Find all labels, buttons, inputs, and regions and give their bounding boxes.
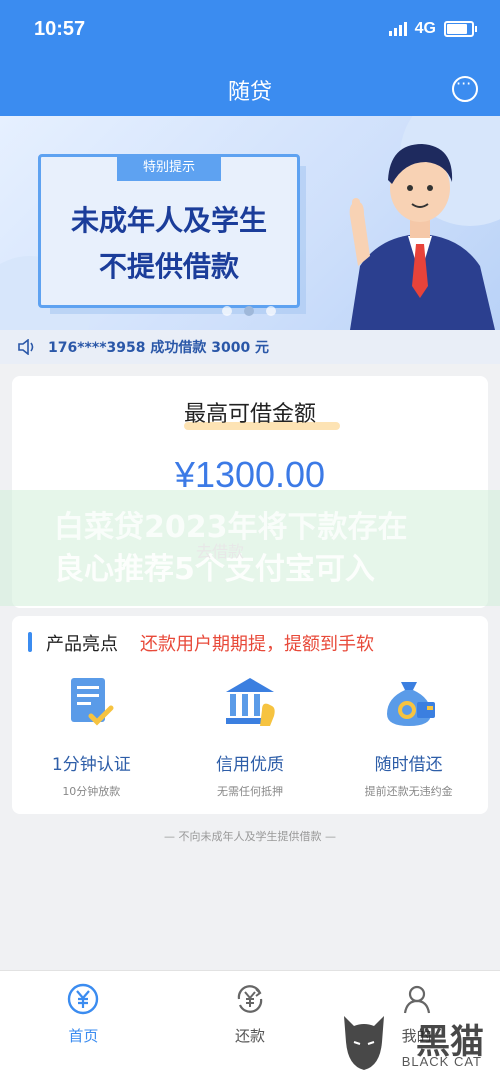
bank-icon: [225, 678, 275, 726]
feature-name: 信用优质: [215, 755, 284, 775]
notice-tag: 特别提示: [117, 155, 221, 181]
notice-line1: 未成年人及学生: [70, 204, 267, 237]
product-highlights: 产品亮点 还款用户期期提，提额到手软 1分钟认证 10分钟放款 信用优质 无需任…: [12, 616, 488, 814]
tab-home[interactable]: 首页: [0, 971, 167, 1083]
carousel-dot[interactable]: [266, 306, 276, 316]
feature-item[interactable]: 1分钟认证 10分钟放款: [12, 672, 171, 812]
watermark-en: BLACK CAT: [401, 1054, 482, 1069]
feature-name: 随时借还: [374, 755, 443, 775]
feature-desc: 10分钟放款: [62, 785, 121, 798]
watermark: 黑猫 BLACK CAT: [340, 1008, 490, 1078]
carousel-dot[interactable]: [222, 306, 232, 316]
carousel-dot[interactable]: [244, 306, 254, 316]
tab-label: 还款: [235, 1027, 266, 1045]
tab-label: 首页: [68, 1027, 99, 1045]
network-label: 4G: [414, 20, 436, 37]
yuan-refresh-icon: [237, 985, 263, 1013]
carousel-dots: [222, 306, 276, 316]
max-loan-label: 最高可借金额: [183, 402, 316, 427]
document-check-icon: [71, 678, 114, 726]
signal-icon: [388, 22, 407, 36]
borrow-button[interactable]: 去借款: [196, 538, 244, 562]
section-marker: [28, 632, 32, 652]
status-indicators: 4G: [388, 20, 477, 38]
product-slogan: 还款用户期期提，提额到手软: [140, 634, 374, 655]
businessman-illustration: [349, 144, 495, 330]
overlay-ad[interactable]: 白菜贷2023年将下款存在 良心推荐5个支付宝可入 去借款: [0, 490, 500, 606]
feature-list: 1分钟认证 10分钟放款 信用优质 无需任何抵押 随时借还 提前还款无违约金: [12, 672, 488, 812]
page-title: 随贷: [227, 80, 272, 105]
status-time: 10:57: [34, 18, 86, 40]
product-title: 产品亮点: [46, 634, 118, 655]
cat-logo-icon: [344, 1016, 384, 1070]
status-bar: 10:57 4G: [0, 0, 500, 60]
loan-notice-bar: 176****3958 成功借款 3000 元: [0, 330, 500, 364]
feature-name: 1分钟认证: [51, 755, 131, 775]
promo-banner[interactable]: 特别提示 未成年人及学生 不提供借款: [0, 116, 500, 330]
feature-desc: 提前还款无违约金: [364, 785, 453, 798]
navbar: 随贷: [0, 60, 500, 116]
notice-line2: 不提供借款: [98, 250, 239, 283]
feature-item[interactable]: 信用优质 无需任何抵押: [171, 672, 330, 812]
disclaimer-text: — 不向未成年人及学生提供借款 —: [164, 830, 336, 843]
chat-icon[interactable]: [452, 74, 478, 102]
money-bag-icon: [386, 682, 435, 726]
speaker-icon: [18, 339, 34, 355]
notice-card: 特别提示 未成年人及学生 不提供借款: [38, 154, 300, 308]
yuan-circle-icon: [68, 983, 99, 1015]
notice-text: 176****3958 成功借款 3000 元: [48, 340, 270, 356]
battery-icon: [444, 21, 477, 37]
tab-repay[interactable]: 还款: [167, 971, 334, 1083]
feature-item[interactable]: 随时借还 提前还款无违约金: [329, 672, 488, 812]
feature-desc: 无需任何抵押: [216, 785, 283, 798]
